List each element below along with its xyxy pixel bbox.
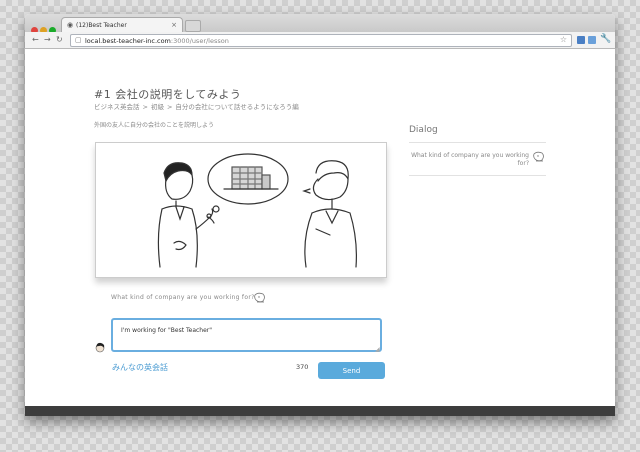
tab-bar: ◉ (12)Best Teacher × [25, 14, 615, 34]
breadcrumb-item[interactable]: 初級 [151, 103, 164, 111]
user-face-icon [95, 342, 105, 353]
page-content: #1 会社の説明をしてみよう ビジネス英会話 > 初級 > 自分の会社について話せるよう… [25, 49, 615, 416]
breadcrumb: ビジネス英会話 > 初級 > 自分の会社について話せるようになろう編 [94, 101, 299, 111]
breadcrumb-separator: > [142, 103, 148, 111]
new-tab-button[interactable] [185, 20, 201, 32]
lesson-subtitle: 外国の友人に自分の会社のことを説明しよう [94, 122, 215, 129]
lesson-illustration [95, 142, 387, 278]
address-bar[interactable]: ▢ local.best-teacher-inc.com:3000/user/l… [70, 34, 572, 47]
url-text: local.best-teacher-inc.com:3000/user/les… [85, 37, 229, 45]
footer-bar [25, 406, 615, 416]
reload-icon[interactable]: ↻ [56, 35, 63, 45]
browser-window: ◉ (12)Best Teacher × ← → ↻ ▢ local.best-… [25, 14, 615, 416]
teacher-prompt: What kind of company are you working for… [111, 294, 255, 301]
community-link[interactable]: みんなの英会話 [112, 362, 168, 373]
browser-tab[interactable]: ◉ (12)Best Teacher × [61, 17, 183, 33]
dialog-title: Dialog [409, 125, 438, 135]
extension-icon[interactable] [588, 36, 596, 44]
tab-close-icon[interactable]: × [171, 21, 177, 29]
url-host: local.best-teacher-inc.com [85, 37, 171, 45]
browser-toolbar: ← → ↻ ▢ local.best-teacher-inc.com:3000/… [25, 32, 615, 49]
answer-input[interactable]: I'm working for "Best Teacher" [111, 318, 382, 352]
breadcrumb-item[interactable]: ビジネス英会話 [94, 103, 140, 111]
resize-handle-icon[interactable]: ◢ [375, 347, 380, 353]
favicon-icon: ◉ [67, 21, 74, 29]
breadcrumb-item[interactable]: 自分の会社について話せるようになろう編 [175, 103, 298, 111]
teacher-face-icon [533, 151, 544, 162]
send-button[interactable]: Send [318, 362, 385, 379]
char-count: 370 [296, 363, 309, 371]
dialog-line: What kind of company are you working for… [411, 152, 529, 167]
forward-arrow-icon[interactable]: → [44, 35, 51, 45]
lesson-title: #1 会社の説明をしてみよう [94, 88, 242, 101]
dialog-divider [409, 175, 546, 176]
back-arrow-icon[interactable]: ← [32, 35, 39, 45]
wrench-icon[interactable]: 🔧 [600, 34, 611, 44]
bookmark-star-icon[interactable]: ☆ [560, 35, 567, 44]
tab-title: (12)Best Teacher [76, 22, 127, 29]
teacher-face-icon [254, 292, 265, 303]
dialog-divider [409, 142, 546, 143]
page-icon: ▢ [75, 36, 82, 44]
conversation-illustration [157, 153, 357, 268]
breadcrumb-separator: > [166, 103, 173, 111]
extension-icon[interactable] [577, 36, 585, 44]
url-path: :3000/user/lesson [170, 37, 229, 45]
